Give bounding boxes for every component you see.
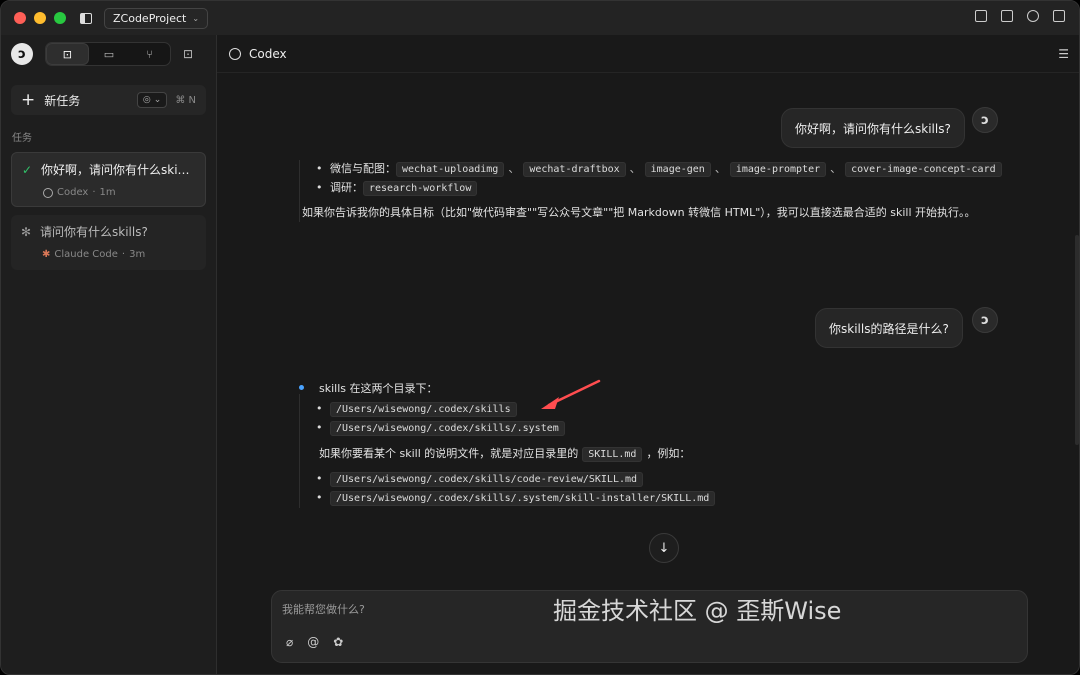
user-avatar-icon: ↄ	[972, 107, 998, 133]
code-chip: /Users/wisewong/.codex/skills/.system	[330, 421, 565, 436]
minimize-window-button[interactable]	[34, 12, 46, 24]
chevron-down-icon: ⌄	[153, 95, 162, 105]
tab-files[interactable]: ▭	[89, 43, 130, 65]
task-time: 3m	[129, 249, 146, 260]
robot-icon: ⊡	[62, 47, 72, 61]
codex-icon	[229, 47, 241, 60]
folder-icon: ▭	[103, 47, 115, 61]
task-time: 1m	[99, 187, 116, 198]
new-agent-icon[interactable]: ⊡	[183, 47, 193, 61]
list-item: 调研：research-workflow	[316, 179, 1002, 198]
code-chip: wechat-draftbox	[523, 162, 626, 177]
user-message: 你好啊，请问你有什么skills?	[781, 108, 965, 148]
shortcut-hint: ⌘ N	[175, 94, 196, 106]
palette-icon[interactable]: ✿	[333, 635, 343, 649]
user-message: 你skills的路径是什么?	[815, 308, 963, 348]
app-logo-icon[interactable]: ↄ	[11, 43, 33, 65]
view-switcher: ⊡ ▭ ⑂	[45, 42, 171, 66]
list-item: /Users/wisewong/.codex/skills	[316, 400, 1002, 419]
code-chip: SKILL.md	[582, 447, 643, 462]
sidebar-top: ↄ ⊡ ▭ ⑂ ⊡	[1, 35, 216, 73]
sidebar: ↄ ⊡ ▭ ⑂ ⊡ + 新任务 ◎ ⌄ ⌘ N 任务 ✓ 你好啊，请问你有什么sk…	[1, 35, 217, 674]
main-panel: Codex ☰ 你好啊，请问你有什么skills? ↄ 微信与配图：wechat…	[217, 35, 1079, 674]
reply-intro: skills 在这两个目录下：	[319, 382, 438, 395]
branch-icon: ⑂	[146, 47, 153, 61]
globe-icon[interactable]	[1027, 10, 1039, 22]
agent-select[interactable]: ◎ ⌄	[136, 92, 168, 108]
title-actions	[975, 10, 1065, 22]
title-bar: ZCodeProject ⌄	[1, 1, 1079, 35]
window-controls	[14, 12, 66, 24]
reply-paragraph: 如果你要看某个 skill 的说明文件，就是对应目录里的 SKILL.md ，例如：	[319, 447, 691, 462]
assistant-reply: 微信与配图：wechat-uploadimg、wechat-draftbox、i…	[299, 160, 1002, 222]
terminal-icon[interactable]	[1001, 10, 1013, 22]
code-chip: image-gen	[644, 162, 711, 177]
code-chip: image-prompter	[729, 162, 827, 177]
sidebar-toggle-icon[interactable]	[80, 12, 92, 24]
zoom-window-button[interactable]	[54, 12, 66, 24]
claude-icon: ✱	[42, 249, 51, 260]
codex-icon: ◎	[142, 95, 151, 105]
watermark: 掘金技术社区 @ 歪斯Wise	[553, 597, 842, 625]
project-selector[interactable]: ZCodeProject ⌄	[104, 7, 209, 29]
close-window-button[interactable]	[14, 12, 26, 24]
new-task-label: 新任务	[44, 93, 81, 108]
task-title: 请问你有什么skills?	[40, 225, 148, 239]
split-view-icon[interactable]	[1053, 10, 1065, 22]
arrow-down-icon: ↓	[658, 540, 670, 556]
project-name: ZCodeProject	[113, 11, 187, 25]
code-chip: research-workflow	[363, 181, 478, 196]
plus-icon: +	[21, 89, 36, 110]
check-circle-icon: ✓	[22, 162, 33, 177]
scrollbar[interactable]	[1075, 235, 1079, 445]
task-agent: Claude Code	[54, 249, 118, 260]
spinner-icon: ✻	[21, 224, 32, 239]
page-title: Codex	[249, 46, 287, 61]
tasks-section-label: 任务	[12, 133, 32, 144]
tab-agent[interactable]: ⊡	[46, 43, 89, 65]
list-item: /Users/wisewong/.codex/skills/code-revie…	[316, 470, 1002, 489]
code-chip: cover-image-concept-card	[845, 162, 1002, 177]
assistant-reply: skills 在这两个目录下： /Users/wisewong/.codex/s…	[299, 380, 1002, 508]
composer-actions: ⌀ @ ✿	[286, 635, 343, 649]
mention-icon[interactable]: @	[307, 635, 319, 649]
tab-git[interactable]: ⑂	[129, 43, 170, 65]
code-chip: wechat-uploadimg	[396, 162, 505, 177]
list-item: /Users/wisewong/.codex/skills/.system	[316, 419, 1002, 438]
main-header: Codex ☰	[217, 35, 1079, 73]
codex-icon	[43, 187, 53, 198]
task-agent: Codex	[57, 187, 89, 198]
task-item[interactable]: ✓ 你好啊，请问你有什么skills? Codex · 1m	[11, 152, 206, 207]
list-item: 微信与配图：wechat-uploadimg、wechat-draftbox、i…	[316, 160, 1002, 179]
task-title: 你好啊，请问你有什么skills?	[41, 163, 191, 177]
annotation-arrow-icon	[541, 379, 601, 409]
list-icon[interactable]: ☰	[1058, 47, 1069, 61]
new-task-button[interactable]: + 新任务 ◎ ⌄ ⌘ N	[11, 85, 206, 115]
code-chip: /Users/wisewong/.codex/skills/code-revie…	[330, 472, 644, 487]
status-dot	[299, 385, 304, 390]
app-window: ZCodeProject ⌄ ↄ ⊡ ▭ ⑂ ⊡ + 新任务 ◎ ⌄ ⌘ N 任务	[0, 0, 1080, 675]
task-item[interactable]: ✻ 请问你有什么skills? ✱ Claude Code · 3m	[11, 215, 206, 270]
user-avatar-icon: ↄ	[972, 307, 998, 333]
reply-paragraph: 如果你告诉我你的具体目标（比如"做代码审查""写公众号文章""把 Markdow…	[302, 206, 976, 219]
code-chip: /Users/wisewong/.codex/skills	[330, 402, 517, 417]
device-icon[interactable]	[975, 10, 987, 22]
list-item: /Users/wisewong/.codex/skills/.system/sk…	[316, 489, 1002, 508]
attach-icon[interactable]: ⌀	[286, 635, 293, 649]
scroll-down-button[interactable]: ↓	[649, 533, 679, 563]
code-chip: /Users/wisewong/.codex/skills/.system/sk…	[330, 491, 716, 506]
chevron-down-icon: ⌄	[192, 13, 200, 23]
